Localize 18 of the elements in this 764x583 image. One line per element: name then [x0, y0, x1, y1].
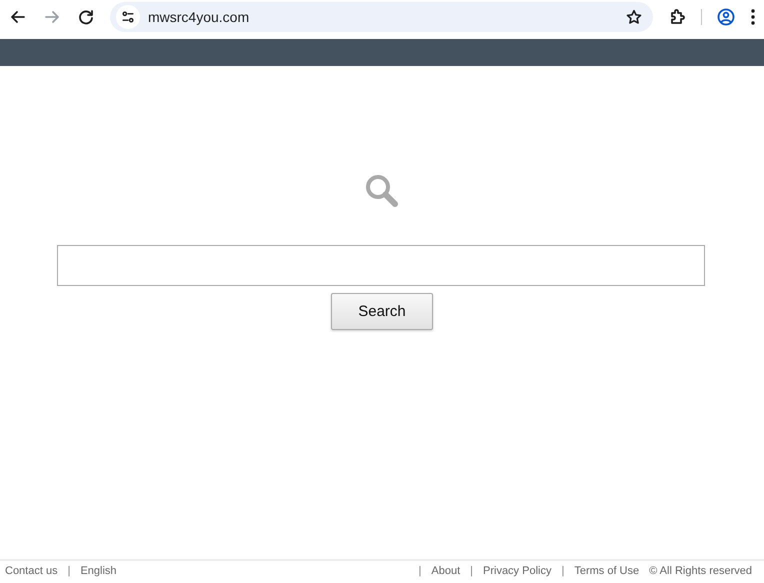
footer-link[interactable]: English — [80, 565, 117, 577]
footer-link[interactable]: About — [431, 565, 460, 577]
search-icon — [364, 173, 400, 209]
site-settings-icon[interactable] — [120, 9, 136, 25]
separator: | — [561, 565, 564, 577]
separator: | — [418, 565, 422, 577]
separator: | — [470, 565, 473, 577]
bookmark-star-icon[interactable] — [625, 8, 643, 26]
footer-link[interactable]: Contact us — [5, 565, 58, 577]
menu-icon[interactable] — [750, 8, 756, 26]
search-button[interactable]: Search — [331, 293, 433, 330]
search-field[interactable] — [57, 245, 705, 286]
footer-link[interactable]: Privacy Policy — [483, 565, 552, 577]
reload-icon[interactable] — [76, 7, 96, 27]
profile-icon[interactable] — [716, 7, 736, 27]
separator: | — [68, 565, 70, 577]
footer-link[interactable]: Terms of Use — [574, 565, 640, 577]
copyright-text: © All Rights reserved — [649, 565, 752, 577]
